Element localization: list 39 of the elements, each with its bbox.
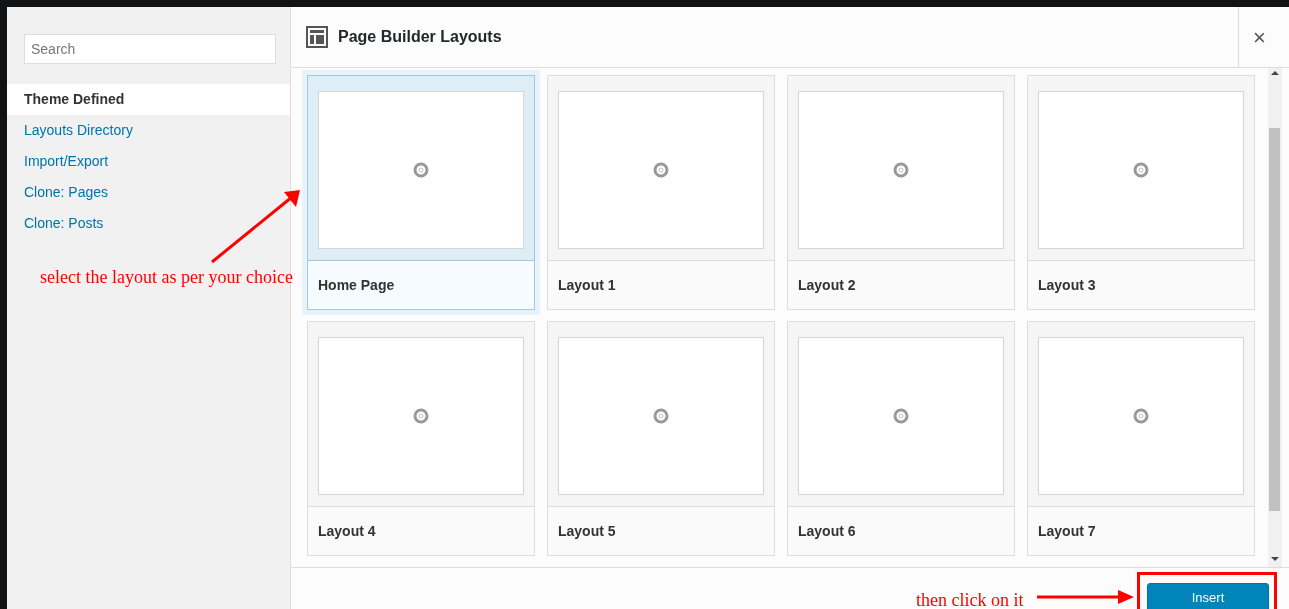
spinner-icon bbox=[413, 162, 429, 178]
layout-name: Layout 6 bbox=[798, 521, 856, 541]
spinner-icon bbox=[893, 408, 909, 424]
spinner-icon bbox=[1133, 408, 1149, 424]
scroll-up-icon[interactable] bbox=[1271, 71, 1279, 75]
layout-card[interactable]: Layout 2 bbox=[787, 75, 1015, 310]
layout-card[interactable]: Layout 4 bbox=[307, 321, 535, 556]
layout-card[interactable]: Layout 5 bbox=[547, 321, 775, 556]
layout-card[interactable]: Layout 1 bbox=[547, 75, 775, 310]
spinner-icon bbox=[1133, 162, 1149, 178]
spinner-icon bbox=[653, 162, 669, 178]
layout-name: Layout 7 bbox=[1038, 521, 1096, 541]
layout-name: Layout 2 bbox=[798, 275, 856, 295]
sidebar-item[interactable]: Theme Defined bbox=[7, 84, 290, 115]
annotation-text: select the layout as per your choice bbox=[40, 266, 293, 289]
insert-button[interactable]: Insert bbox=[1147, 583, 1269, 609]
layout-name: Layout 4 bbox=[318, 521, 376, 541]
layout-name: Layout 1 bbox=[558, 275, 616, 295]
scroll-down-icon[interactable] bbox=[1271, 557, 1279, 561]
layout-name: Layout 5 bbox=[558, 521, 616, 541]
spinner-icon bbox=[413, 408, 429, 424]
layout-card[interactable]: Layout 3 bbox=[1027, 75, 1255, 310]
layout-card[interactable]: Layout 6 bbox=[787, 321, 1015, 556]
sidebar-item[interactable]: Layouts Directory bbox=[7, 115, 290, 146]
dialog-title: Page Builder Layouts bbox=[338, 27, 502, 47]
sidebar-item[interactable]: Clone: Posts bbox=[7, 208, 290, 239]
layout-card[interactable]: Layout 7 bbox=[1027, 321, 1255, 556]
scroll-thumb[interactable] bbox=[1269, 128, 1280, 511]
layout-name: Home Page bbox=[318, 275, 395, 295]
spinner-icon bbox=[893, 162, 909, 178]
sidebar-item[interactable]: Clone: Pages bbox=[7, 177, 290, 208]
annotation-text: then click on it bbox=[916, 589, 1024, 609]
search-field[interactable]: Search bbox=[24, 34, 276, 64]
sidebar-item[interactable]: Import/Export bbox=[7, 146, 290, 177]
spinner-icon bbox=[653, 408, 669, 424]
layout-name: Layout 3 bbox=[1038, 275, 1096, 295]
layout-icon bbox=[306, 26, 328, 48]
scrollbar[interactable] bbox=[1268, 68, 1282, 567]
close-button[interactable]: × bbox=[1238, 7, 1280, 67]
